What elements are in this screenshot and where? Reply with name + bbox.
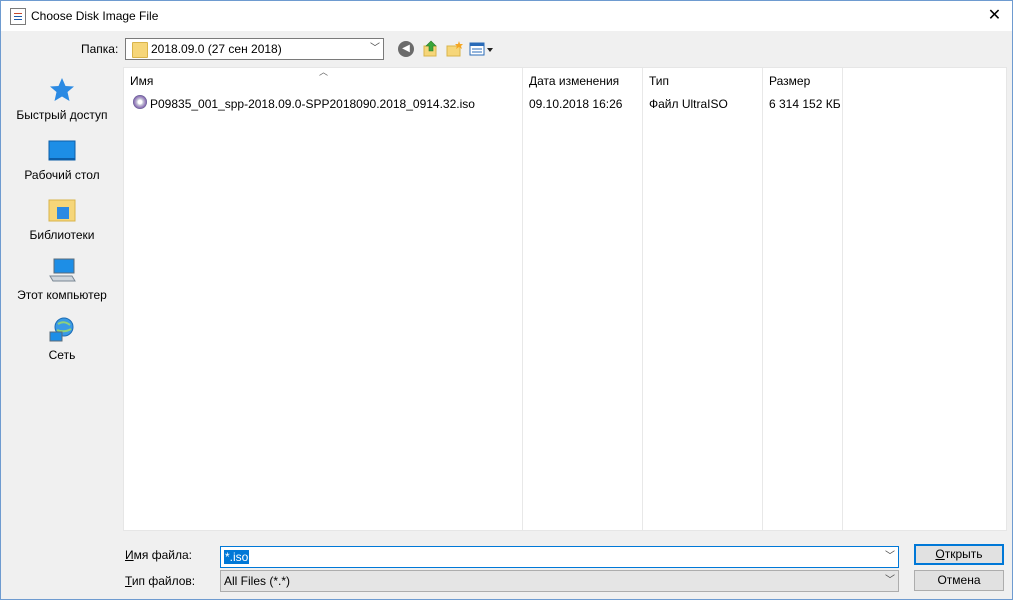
sidebar-item-label: Этот компьютер bbox=[17, 288, 107, 302]
look-in-combo[interactable]: 2018.09.0 (27 сен 2018) ﹀ bbox=[125, 38, 384, 60]
title-bar: Choose Disk Image File ✕ bbox=[1, 1, 1012, 31]
file-name-label-mnemonic: И bbox=[125, 548, 134, 562]
desktop-icon bbox=[48, 140, 76, 161]
column-divider[interactable] bbox=[522, 68, 523, 530]
computer-icon bbox=[49, 258, 76, 282]
star-icon bbox=[50, 78, 74, 101]
column-divider[interactable] bbox=[762, 68, 763, 530]
java-app-icon bbox=[10, 8, 26, 25]
file-name-value: *.iso bbox=[224, 550, 250, 564]
window-title: Choose Disk Image File bbox=[31, 9, 159, 23]
chevron-down-icon[interactable]: ﹀ bbox=[882, 571, 898, 591]
file-name-combo[interactable]: *.iso ﹀ bbox=[220, 546, 899, 568]
sidebar-item-libraries[interactable]: Библиотеки bbox=[1, 186, 123, 246]
open-button[interactable]: Открыть bbox=[914, 544, 1004, 565]
up-folder-icon[interactable] bbox=[421, 40, 441, 60]
places-sidebar: Быстрый доступ Рабочий стол Библиотеки Э… bbox=[1, 66, 123, 536]
file-type-label: Тип файлов: bbox=[125, 574, 195, 588]
chevron-down-icon[interactable]: ﹀ bbox=[367, 39, 383, 59]
view-menu-icon[interactable] bbox=[469, 40, 495, 60]
file-name-input[interactable]: *.iso bbox=[224, 550, 250, 564]
sidebar-item-label: Рабочий стол bbox=[24, 168, 100, 182]
column-header-modified[interactable]: Дата изменения bbox=[529, 74, 619, 88]
cancel-button[interactable]: Отмена bbox=[914, 570, 1004, 591]
file-type-label-mnemonic: Т bbox=[125, 574, 132, 588]
sidebar-item-label: Быстрый доступ bbox=[16, 108, 108, 122]
back-icon[interactable]: ◀ bbox=[398, 41, 414, 57]
libraries-icon bbox=[48, 199, 76, 222]
new-folder-icon[interactable] bbox=[445, 40, 465, 60]
sort-ascending-icon: ︿ bbox=[319, 67, 329, 77]
sidebar-item-label: Библиотеки bbox=[29, 228, 95, 242]
file-type-value: All Files (*.*) bbox=[224, 574, 291, 588]
open-button-label: ткрыть bbox=[944, 547, 983, 561]
open-button-mnemonic: О bbox=[935, 547, 945, 561]
sidebar-item-this-pc[interactable]: Этот компьютер bbox=[1, 246, 123, 306]
sidebar-item-quick-access[interactable]: Быстрый доступ bbox=[1, 66, 123, 126]
disc-image-icon bbox=[133, 95, 147, 109]
column-divider[interactable] bbox=[642, 68, 643, 530]
file-type: Файл UltraISO bbox=[649, 97, 728, 111]
sidebar-item-desktop[interactable]: Рабочий стол bbox=[1, 126, 123, 186]
folder-icon bbox=[132, 42, 148, 58]
column-header-size[interactable]: Размер bbox=[769, 74, 810, 88]
dialog-window: Choose Disk Image File ✕ Папка: 2018.09.… bbox=[0, 0, 1013, 600]
sidebar-item-label: Сеть bbox=[48, 348, 76, 362]
sidebar-item-network[interactable]: Сеть bbox=[1, 306, 123, 366]
chevron-down-icon[interactable]: ﹀ bbox=[882, 547, 898, 567]
file-name: P09835_001_spp-2018.09.0-SPP2018090.2018… bbox=[150, 97, 475, 111]
look-in-label: Папка: bbox=[81, 42, 119, 56]
file-type-combo[interactable]: All Files (*.*) ﹀ bbox=[220, 570, 899, 592]
file-size: 6 314 152 КБ bbox=[769, 97, 841, 111]
column-header-name[interactable]: Имя bbox=[130, 74, 153, 88]
table-row[interactable]: P09835_001_spp-2018.09.0-SPP2018090.2018… bbox=[124, 94, 1006, 114]
column-header-type[interactable]: Тип bbox=[649, 74, 669, 88]
file-modified: 09.10.2018 16:26 bbox=[529, 97, 623, 111]
close-button[interactable]: ✕ bbox=[977, 1, 1012, 31]
file-name-label-text: мя файла: bbox=[133, 548, 192, 562]
file-list[interactable]: ︿ Имя Дата изменения Тип Размер P09835_0… bbox=[123, 67, 1007, 531]
look-in-value: 2018.09.0 (27 сен 2018) bbox=[151, 42, 282, 56]
column-divider[interactable] bbox=[842, 68, 843, 530]
network-icon bbox=[49, 317, 74, 342]
file-name-label: Имя файла: bbox=[125, 548, 192, 562]
file-type-label-text: ип файлов: bbox=[131, 574, 196, 588]
